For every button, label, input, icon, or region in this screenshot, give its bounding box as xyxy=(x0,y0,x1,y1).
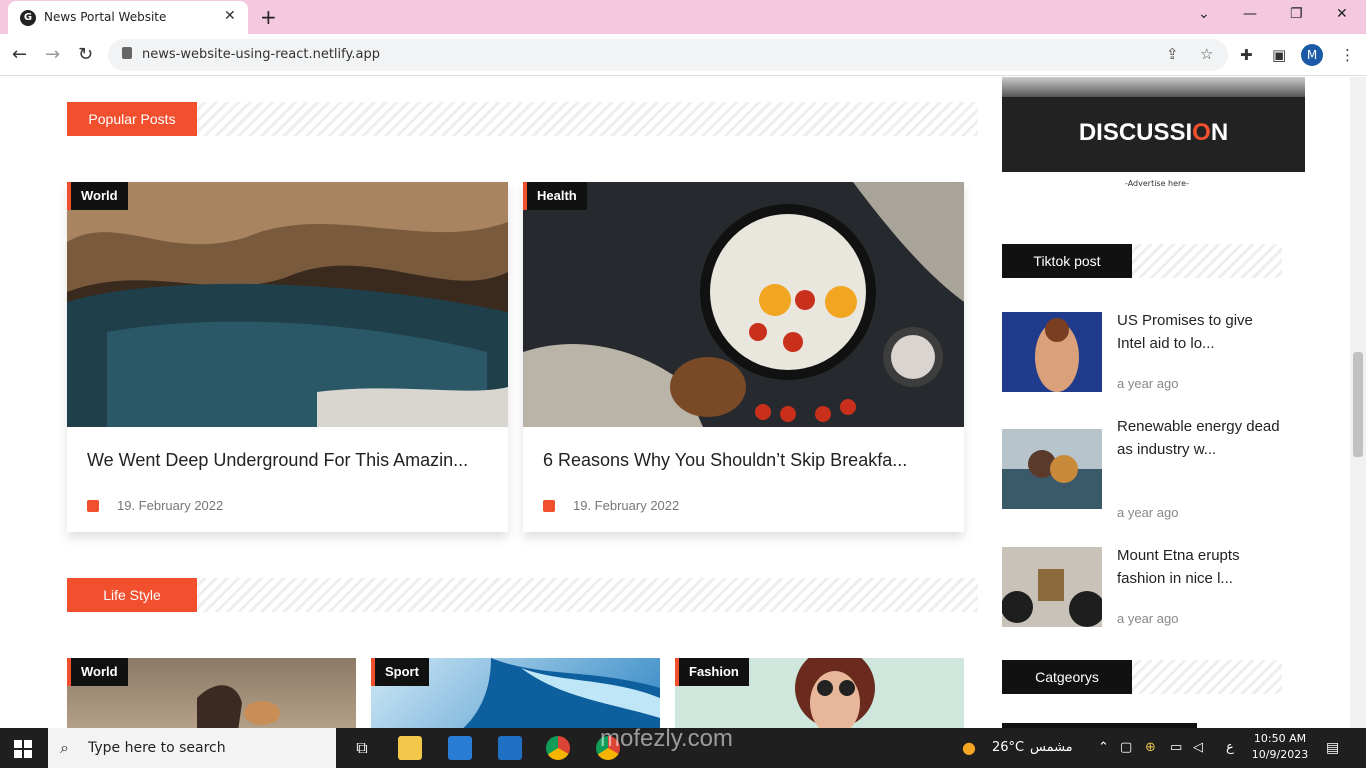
post-title[interactable]: 6 Reasons Why You Shouldn’t Skip Breakfa… xyxy=(543,450,907,471)
category-badge[interactable]: Sport xyxy=(371,658,429,686)
life-style-header: Life Style xyxy=(67,578,978,612)
post-card[interactable]: Fashion xyxy=(675,658,964,728)
section-label: Life Style xyxy=(67,578,197,612)
tiktok-post-time: a year ago xyxy=(1117,505,1179,520)
browser-tab-strip: G News Portal Website ✕ + ⌄ — ❐ ✕ xyxy=(0,0,1366,34)
tiktok-thumbnail[interactable] xyxy=(1002,547,1102,627)
advertisement-banner[interactable]: DISCUSSION xyxy=(1002,77,1305,172)
url-text[interactable]: news-website-using-react.netlify.app xyxy=(142,47,380,62)
windows-start-icon[interactable] xyxy=(14,740,32,758)
cave-image xyxy=(67,182,508,427)
tray-app-icon[interactable]: ▢ xyxy=(1120,740,1132,755)
task-view-icon[interactable]: ⧉ xyxy=(350,736,374,760)
post-title[interactable]: We Went Deep Underground For This Amazin… xyxy=(87,450,468,471)
bookmark-star-icon[interactable]: ☆ xyxy=(1200,45,1213,63)
ad-logo-part: DISCUSSI xyxy=(1078,119,1193,146)
reload-icon[interactable]: ↻ xyxy=(78,44,93,65)
ad-caption: -Advertise here- xyxy=(1125,179,1189,188)
back-icon[interactable]: ← xyxy=(12,44,27,65)
mail-icon[interactable] xyxy=(498,736,522,760)
page-scrollbar[interactable] xyxy=(1350,77,1366,728)
tiktok-post-time: a year ago xyxy=(1117,611,1179,626)
tiktok-thumbnail[interactable] xyxy=(1002,429,1102,509)
ad-logo-part: N xyxy=(1210,119,1229,146)
section-label: Catgeorys xyxy=(1002,660,1132,694)
side-panel-icon[interactable]: ▣ xyxy=(1272,46,1286,64)
search-placeholder: Type here to search xyxy=(88,740,226,756)
language-indicator[interactable]: ع xyxy=(1226,740,1234,755)
post-image-cave[interactable] xyxy=(67,182,508,427)
clock-time: 10:50 AM xyxy=(1253,732,1307,745)
category-badge[interactable]: World xyxy=(67,182,128,210)
calendar-icon xyxy=(543,500,555,512)
ad-logo-text: DISCUSSION xyxy=(1002,119,1305,147)
tiktok-post-header: Tiktok post xyxy=(1002,244,1282,278)
avatar[interactable]: M xyxy=(1301,44,1323,66)
watermark: mofezly.com xyxy=(600,725,733,752)
weather-label[interactable]: مشمس xyxy=(1030,740,1073,755)
category-badge[interactable]: Fashion xyxy=(675,658,749,686)
category-badge[interactable]: World xyxy=(67,658,128,686)
section-label: Tiktok post xyxy=(1002,244,1132,278)
post-date: 19. February 2022 xyxy=(573,498,680,513)
post-card[interactable]: World xyxy=(67,658,356,728)
file-explorer-icon[interactable] xyxy=(398,736,422,760)
new-tab-icon[interactable]: + xyxy=(260,5,277,29)
thumbnail-image xyxy=(1035,318,1079,392)
tiktok-post-title[interactable]: Renewable energy dead as industry w... xyxy=(1117,415,1282,461)
close-tab-icon[interactable]: ✕ xyxy=(224,8,236,24)
weather-temp[interactable]: 26°C xyxy=(992,740,1024,755)
ad-image-strip xyxy=(1002,77,1305,97)
lock-icon xyxy=(122,47,132,59)
tab-search-icon[interactable]: ⌄ xyxy=(1198,6,1210,22)
minimize-icon[interactable]: — xyxy=(1243,6,1257,22)
post-card[interactable]: Sport xyxy=(371,658,660,728)
popular-posts-header: Popular Posts xyxy=(67,102,978,136)
ad-logo-part: O xyxy=(1192,119,1211,146)
post-card[interactable]: World We Went Deep Underground For This … xyxy=(67,182,508,532)
breakfast-image xyxy=(523,182,964,427)
clock-date: 10/9/2023 xyxy=(1251,748,1309,761)
tiktok-thumbnail[interactable] xyxy=(1002,312,1102,392)
tiktok-post-time: a year ago xyxy=(1117,376,1179,391)
forward-icon[interactable]: → xyxy=(45,44,60,65)
restore-icon[interactable]: ❐ xyxy=(1290,6,1303,22)
clock[interactable]: 10:50 AM 10/9/2023 xyxy=(1250,731,1310,763)
chevron-up-icon[interactable]: ⌃ xyxy=(1098,740,1109,755)
category-badge[interactable]: Health xyxy=(523,182,587,210)
categories-header: Catgeorys xyxy=(1002,660,1282,694)
scrollbar-thumb[interactable] xyxy=(1353,352,1363,457)
post-date: 19. February 2022 xyxy=(117,498,224,513)
tray-plus-icon[interactable]: ⊕ xyxy=(1145,740,1156,755)
taskbar-search[interactable]: ⌕ Type here to search xyxy=(48,728,336,768)
section-label: Popular Posts xyxy=(67,102,197,136)
microsoft-store-icon[interactable] xyxy=(448,736,472,760)
browser-toolbar: ← → ↻ news-website-using-react.netlify.a… xyxy=(0,34,1366,76)
tab-title: News Portal Website xyxy=(44,10,167,24)
post-image-breakfast[interactable] xyxy=(523,182,964,427)
battery-icon[interactable]: ▭ xyxy=(1170,740,1182,755)
weather-icon[interactable]: ● xyxy=(962,738,976,757)
tiktok-post-title[interactable]: US Promises to give Intel aid to lo... xyxy=(1117,309,1282,355)
share-icon[interactable]: ⇪ xyxy=(1166,45,1179,63)
address-bar[interactable]: news-website-using-react.netlify.app ⇪ ☆ xyxy=(108,39,1228,71)
browser-tab[interactable]: G News Portal Website ✕ xyxy=(8,1,248,34)
close-window-icon[interactable]: ✕ xyxy=(1336,6,1348,22)
page-content: Popular Posts World We Went Deep Undergr… xyxy=(0,77,1350,728)
tiktok-post-title[interactable]: Mount Etna erupts fashion in nice l... xyxy=(1117,544,1282,590)
volume-icon[interactable]: ◁ xyxy=(1193,740,1203,755)
search-icon: ⌕ xyxy=(60,738,69,757)
menu-kebab-icon[interactable]: ⋮ xyxy=(1340,46,1355,64)
calendar-icon xyxy=(87,500,99,512)
post-card[interactable]: Health 6 Reasons Why You Shouldn’t Skip … xyxy=(523,182,964,532)
notification-icon[interactable]: ▤ xyxy=(1326,740,1339,756)
extensions-icon[interactable]: ✚ xyxy=(1240,46,1253,64)
thumbnail-image xyxy=(1002,450,1102,509)
site-favicon-icon: G xyxy=(20,10,36,26)
chrome-icon[interactable] xyxy=(546,736,570,760)
thumbnail-image xyxy=(1002,547,1102,627)
